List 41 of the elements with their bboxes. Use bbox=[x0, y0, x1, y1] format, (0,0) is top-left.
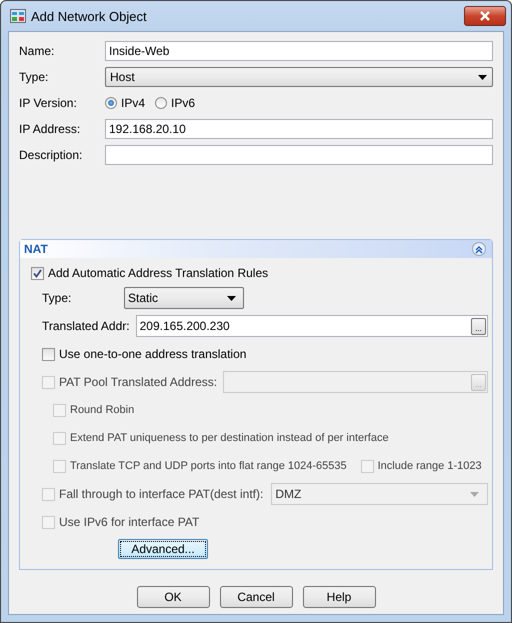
checkbox-label: Extend PAT uniqueness to per destination instead of per interface bbox=[70, 432, 389, 444]
field-label: Translated Addr: bbox=[42, 319, 130, 333]
checkbox-label: Fall through to interface PAT(dest intf): bbox=[59, 487, 264, 501]
close-icon bbox=[480, 11, 490, 21]
caret-icon bbox=[227, 296, 236, 300]
checkbox-label: Round Robin bbox=[70, 404, 134, 416]
checkbox[interactable] bbox=[42, 348, 55, 360]
checkbox-label: Add Automatic Address Translation Rules bbox=[48, 266, 268, 280]
type-dropdown[interactable]: Host bbox=[105, 67, 493, 87]
checkbox-label: Include range 1-1023 bbox=[378, 460, 482, 472]
field-label: Type: bbox=[19, 70, 50, 84]
radio-label: IPv6 bbox=[171, 96, 196, 110]
checkbox[interactable] bbox=[31, 266, 44, 280]
nat-type-dropdown[interactable]: Static bbox=[124, 287, 244, 309]
collapse-button[interactable] bbox=[472, 242, 486, 256]
checkbox-label: Use one-to-one address translation bbox=[59, 347, 246, 361]
field-label: IP Address: bbox=[19, 122, 82, 136]
checkbox-label: PAT Pool Translated Address: bbox=[59, 375, 218, 389]
panel-title: NAT bbox=[24, 242, 48, 256]
radio-label: IPv4 bbox=[121, 96, 146, 110]
checkbox-label: Use IPv6 for interface PAT bbox=[59, 515, 200, 529]
translated-addr-field[interactable]: 209.165.200.230 ... bbox=[136, 315, 488, 337]
radio-button[interactable] bbox=[155, 97, 168, 109]
dialog-button[interactable]: Cancel bbox=[220, 586, 292, 608]
close-button[interactable] bbox=[464, 6, 506, 26]
field-label: IP Version: bbox=[19, 96, 78, 110]
advanced-button[interactable]: Advanced... bbox=[118, 539, 208, 559]
checkbox-label: Translate TCP and UDP ports into flat range 1024-65535 bbox=[70, 460, 347, 472]
network-icon bbox=[10, 9, 26, 23]
field-label: Description: bbox=[19, 148, 84, 162]
browse-button[interactable]: ... bbox=[471, 318, 486, 334]
caret-icon bbox=[470, 492, 479, 496]
radio-button[interactable] bbox=[105, 97, 117, 109]
dialog-button[interactable]: OK bbox=[136, 586, 210, 608]
field-label: Type: bbox=[42, 291, 72, 305]
window-title: Add Network Object bbox=[31, 8, 148, 24]
text-field[interactable]: 192.168.20.10 bbox=[105, 119, 493, 139]
field-label: Name: bbox=[19, 44, 56, 58]
text-field[interactable]: Inside-Web bbox=[105, 41, 493, 61]
caret-icon bbox=[478, 74, 487, 80]
dialog-button[interactable]: Help bbox=[302, 586, 376, 608]
